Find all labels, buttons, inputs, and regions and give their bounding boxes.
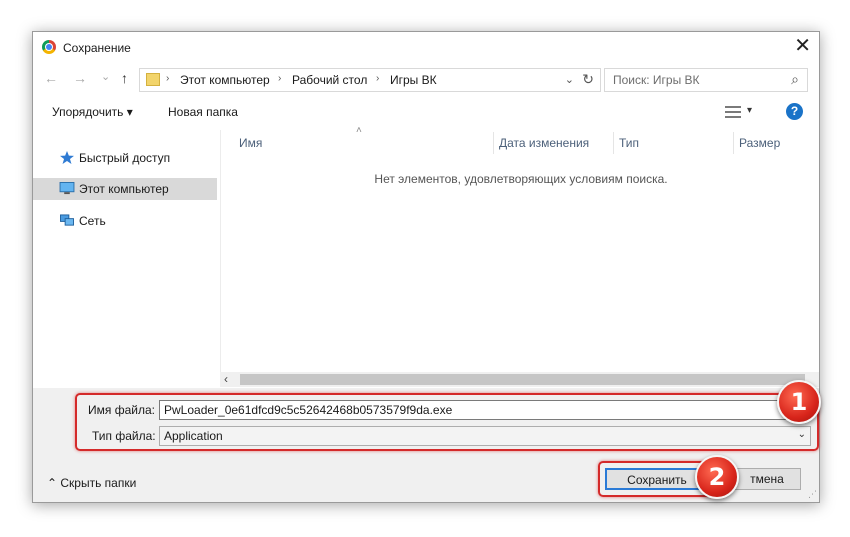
forward-arrow-icon[interactable]: → (73, 70, 87, 86)
column-header-date-modified[interactable]: Дата изменения (499, 136, 589, 150)
column-header-name[interactable]: Имя (239, 136, 262, 150)
address-bar[interactable]: › Этот компьютер › Рабочий стол › Игры В… (139, 68, 601, 92)
search-icon[interactable]: ⌕ (791, 71, 799, 88)
column-header-size[interactable]: Размер (739, 136, 780, 150)
star-icon (60, 151, 74, 164)
step-badge-1: 1 (777, 380, 821, 424)
breadcrumb-this-pc[interactable]: Этот компьютер (180, 73, 270, 87)
column-header-type[interactable]: Тип (619, 136, 639, 150)
resize-grip-icon[interactable]: ⋰ (808, 489, 817, 500)
title-bar: Сохранение ✕ (33, 32, 819, 64)
sidebar-item-label: Этот компьютер (79, 182, 169, 196)
breadcrumb-separator[interactable]: › (376, 73, 379, 84)
organize-button[interactable]: Упорядочить ▾ (52, 105, 133, 119)
sidebar-item-label: Быстрый доступ (79, 151, 171, 165)
sidebar-item-label: Сеть (79, 214, 106, 228)
address-dropdown-icon[interactable]: ⌄ (565, 73, 574, 86)
chrome-icon (42, 40, 56, 54)
new-folder-button[interactable]: Новая папка (168, 105, 238, 119)
navigation-pane: Быстрый доступ Этот компьютер Сеть (33, 130, 219, 384)
command-bar: Упорядочить ▾ Новая папка ▾ ? (33, 98, 819, 126)
breadcrumb-separator[interactable]: › (278, 73, 281, 84)
sidebar-item-network[interactable]: Сеть (33, 210, 217, 232)
recent-locations-icon[interactable]: ⌄ (101, 70, 110, 83)
empty-results-message: Нет элементов, удовлетворяющих условиям … (374, 172, 668, 186)
sort-ascending-icon: ˄ (356, 125, 362, 136)
highlight-box-fields (75, 393, 819, 451)
column-divider[interactable] (613, 132, 614, 154)
breadcrumb-vk-games[interactable]: Игры ВК (390, 73, 437, 87)
save-dialog: Сохранение ✕ ← → ⌄ ↑ › Этот компьютер › … (32, 31, 821, 503)
horizontal-scrollbar[interactable]: ‹ (220, 372, 819, 387)
folder-icon (146, 73, 160, 86)
close-icon[interactable]: ✕ (794, 36, 811, 56)
save-options-panel: Имя файла: PwLoader_0e61dfcd9c5c52642468… (33, 380, 821, 502)
view-options-icon[interactable] (725, 106, 741, 118)
search-input[interactable]: Поиск: Игры ВК (613, 73, 700, 87)
back-arrow-icon[interactable]: ← (44, 70, 58, 86)
file-list[interactable]: ˄ Имя Дата изменения Тип Размер Нет элем… (220, 125, 818, 384)
refresh-icon[interactable]: ↻ (582, 71, 594, 88)
dialog-title: Сохранение (63, 41, 131, 55)
sidebar-item-quick-access[interactable]: Быстрый доступ (33, 147, 217, 169)
hide-folders-toggle[interactable]: ⌃ Скрыть папки (47, 476, 136, 490)
breadcrumb-desktop[interactable]: Рабочий стол (292, 73, 367, 87)
step-badge-2: 2 (695, 455, 739, 499)
scroll-left-icon[interactable]: ‹ (224, 372, 228, 386)
address-row: ← → ⌄ ↑ › Этот компьютер › Рабочий стол … (33, 66, 819, 94)
breadcrumb-separator: › (166, 73, 170, 84)
scrollbar-thumb[interactable] (240, 374, 805, 385)
column-divider[interactable] (733, 132, 734, 154)
up-arrow-icon[interactable]: ↑ (121, 70, 128, 86)
view-dropdown-icon[interactable]: ▾ (747, 105, 752, 116)
search-box[interactable]: Поиск: Игры ВК ⌕ (604, 68, 808, 92)
network-icon (60, 214, 74, 226)
help-icon[interactable]: ? (786, 103, 803, 120)
sidebar-item-this-pc[interactable]: Этот компьютер (33, 178, 217, 200)
column-divider[interactable] (493, 132, 494, 154)
computer-icon (59, 182, 75, 195)
